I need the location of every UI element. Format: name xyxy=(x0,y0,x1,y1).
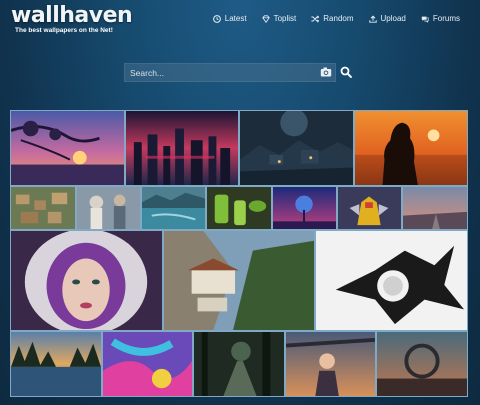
nav-random[interactable]: Random xyxy=(311,14,354,23)
village-aerial-thumbnail xyxy=(11,187,75,229)
nav-latest[interactable]: Latest xyxy=(212,14,247,23)
figures-thumbnail xyxy=(77,187,140,229)
wallpaper-thumb[interactable] xyxy=(141,186,206,230)
wallpaper-thumb[interactable] xyxy=(285,331,376,397)
clock-icon xyxy=(212,14,221,23)
forest-path-thumbnail xyxy=(194,332,284,396)
wallpaper-thumb[interactable] xyxy=(10,331,102,397)
colorful-abstract-thumbnail xyxy=(103,332,192,396)
camera-icon[interactable] xyxy=(320,66,332,78)
wallpaper-thumb[interactable] xyxy=(163,230,315,331)
neon-city-thumbnail xyxy=(126,111,238,185)
search-input[interactable] xyxy=(124,63,336,82)
nav-latest-label: Latest xyxy=(224,14,247,23)
wallpaper-thumb[interactable] xyxy=(315,230,468,331)
wallpaper-thumb[interactable] xyxy=(354,110,468,186)
nav-upload[interactable]: Upload xyxy=(368,14,406,23)
tagline: The best wallpapers on the Net! xyxy=(15,27,113,34)
silhouette-sunset-thumbnail xyxy=(355,111,467,185)
wallpaper-thumb[interactable] xyxy=(376,331,468,397)
wallpaper-thumb[interactable] xyxy=(10,110,125,186)
nav-forums-label: Forums xyxy=(432,14,460,23)
blue-tree-thumbnail xyxy=(273,187,336,229)
nav-forums[interactable]: Forums xyxy=(421,14,460,23)
robot-thumbnail xyxy=(338,187,401,229)
wallpaper-thumb[interactable] xyxy=(102,331,193,397)
upload-icon xyxy=(368,14,377,23)
wallpaper-thumb[interactable] xyxy=(193,331,285,397)
dawn-road-thumbnail xyxy=(403,187,467,229)
wallpaper-thumb[interactable] xyxy=(272,186,337,230)
sunset-tree-thumbnail xyxy=(11,111,124,185)
chat-icon xyxy=(421,16,429,23)
nav-random-label: Random xyxy=(323,14,354,23)
logo-text: wallhaven xyxy=(11,3,133,28)
wallpaper-thumb[interactable] xyxy=(239,110,354,186)
wallpaper-thumb[interactable] xyxy=(10,230,163,331)
wallpaper-thumb[interactable] xyxy=(125,110,239,186)
wallpaper-thumb[interactable] xyxy=(402,186,468,230)
forest-lake-thumbnail xyxy=(11,332,101,396)
wallpaper-thumb[interactable] xyxy=(337,186,402,230)
wallpaper-grid xyxy=(10,110,468,397)
lake-thumbnail xyxy=(142,187,205,229)
main-nav: Latest Toplist Random Upload Forums xyxy=(212,14,460,23)
nav-toplist-label: Toplist xyxy=(273,14,297,23)
girl-bridge-thumbnail xyxy=(286,332,375,396)
cliff-monastery-thumbnail xyxy=(164,231,314,330)
green-drinks-thumbnail xyxy=(207,187,271,229)
night-village-thumbnail xyxy=(240,111,353,185)
wallpaper-thumb[interactable] xyxy=(10,186,76,230)
ring-portal-thumbnail xyxy=(377,332,467,396)
wallpaper-thumb[interactable] xyxy=(206,186,272,230)
shuffle-icon xyxy=(311,15,320,22)
nav-toplist[interactable]: Toplist xyxy=(261,14,297,23)
gem-icon xyxy=(261,14,270,23)
magnifier-icon[interactable] xyxy=(340,66,352,78)
purple-hair-portrait-thumbnail xyxy=(11,231,162,330)
wallpaper-thumb[interactable] xyxy=(76,186,141,230)
nav-upload-label: Upload xyxy=(380,14,406,23)
site-logo[interactable]: wallhaven The best wallpapers on the Net… xyxy=(11,3,133,34)
abstract-splash-thumbnail xyxy=(316,231,467,330)
